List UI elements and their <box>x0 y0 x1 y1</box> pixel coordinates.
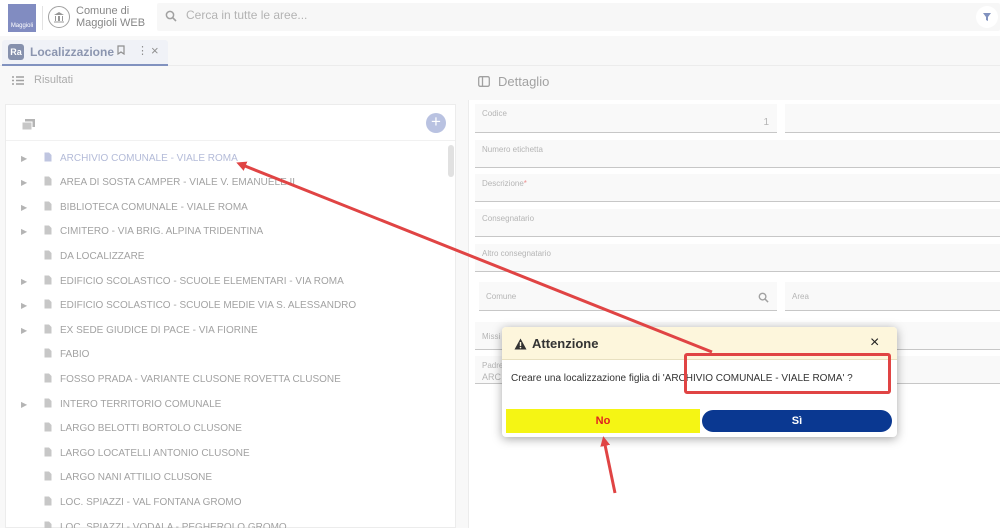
annotation-highlight-box <box>684 353 891 394</box>
warning-icon <box>514 337 527 355</box>
dialog-title: Attenzione <box>532 336 599 351</box>
close-icon[interactable]: × <box>870 334 879 352</box>
no-button[interactable]: No <box>506 409 700 433</box>
si-button[interactable]: Sì <box>702 410 892 432</box>
modal-overlay <box>0 0 1000 528</box>
